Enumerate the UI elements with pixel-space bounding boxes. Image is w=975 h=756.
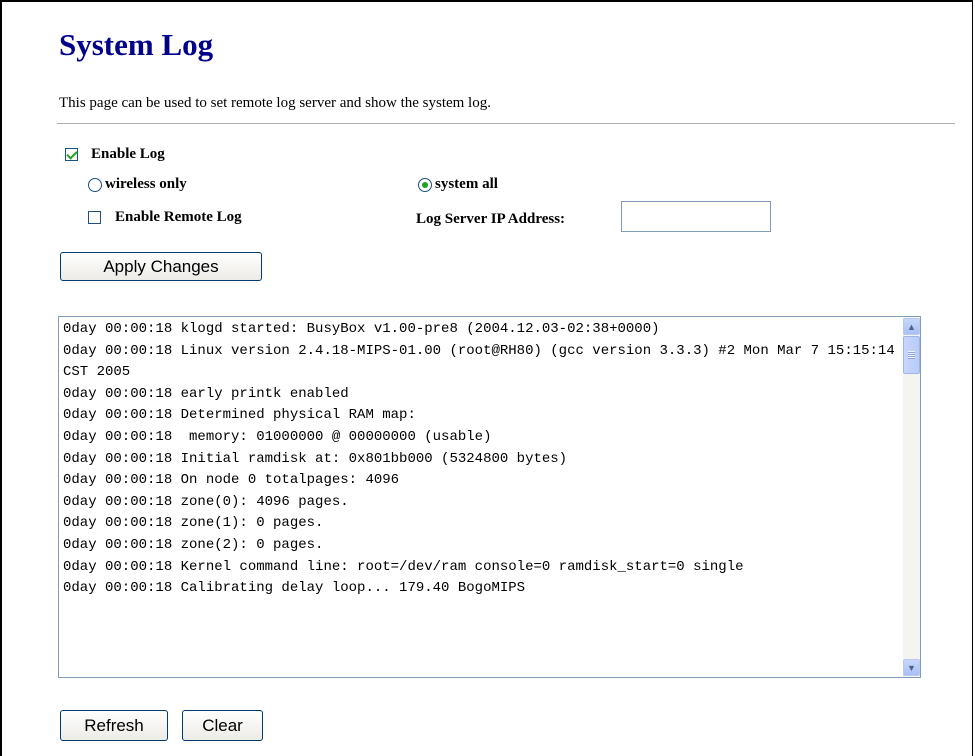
log-scrollbar[interactable]: ▲ ▼ bbox=[903, 317, 920, 677]
clear-button[interactable]: Clear bbox=[182, 710, 263, 741]
enable-remote-log-checkbox[interactable] bbox=[88, 211, 101, 224]
scroll-up-icon[interactable]: ▲ bbox=[903, 318, 920, 335]
wireless-only-row: wireless only bbox=[88, 176, 187, 193]
enable-remote-log-label: Enable Remote Log bbox=[115, 209, 242, 225]
enable-log-label: Enable Log bbox=[91, 146, 165, 162]
system-all-label: system all bbox=[435, 176, 498, 192]
wireless-only-label: wireless only bbox=[105, 176, 187, 192]
system-log-textarea[interactable]: 0day 00:00:18 klogd started: BusyBox v1.… bbox=[58, 316, 921, 678]
refresh-button[interactable]: Refresh bbox=[60, 710, 168, 741]
enable-log-checkbox[interactable] bbox=[65, 148, 78, 161]
enable-log-row: Enable Log bbox=[65, 146, 165, 163]
system-all-row: system all bbox=[418, 176, 498, 193]
log-server-ip-input[interactable] bbox=[621, 201, 771, 232]
scroll-down-icon[interactable]: ▼ bbox=[903, 659, 920, 676]
system-log-text: 0day 00:00:18 klogd started: BusyBox v1.… bbox=[63, 321, 895, 597]
scroll-thumb[interactable] bbox=[903, 336, 920, 374]
system-all-radio[interactable] bbox=[418, 177, 432, 192]
apply-changes-button[interactable]: Apply Changes bbox=[60, 252, 262, 281]
page-title: System Log bbox=[59, 27, 214, 62]
enable-remote-log-row: Enable Remote Log bbox=[88, 209, 242, 226]
page-description: This page can be used to set remote log … bbox=[59, 95, 491, 111]
divider bbox=[57, 123, 955, 124]
wireless-only-radio[interactable] bbox=[88, 177, 102, 192]
log-server-ip-label: Log Server IP Address: bbox=[416, 211, 566, 227]
